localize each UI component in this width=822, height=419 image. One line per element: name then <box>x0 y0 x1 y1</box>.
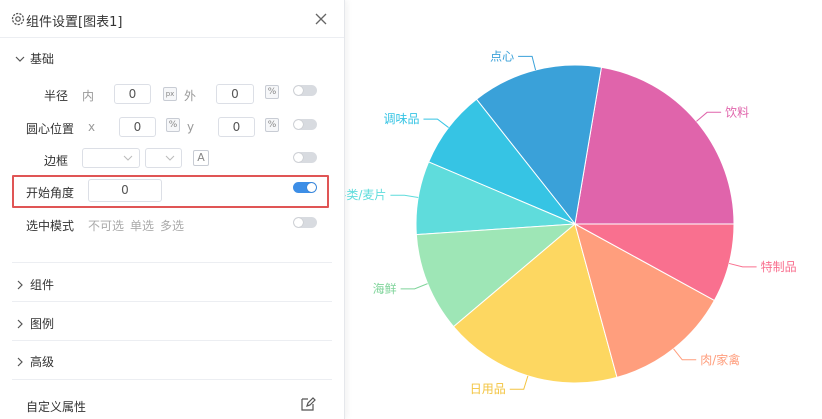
divider <box>12 301 332 302</box>
section-basic[interactable]: 基础 <box>14 50 54 67</box>
divider <box>12 379 332 380</box>
pie-label: 调味品 <box>383 112 419 126</box>
select-mode-multi[interactable]: 多选 <box>160 217 184 234</box>
chevron-down-icon <box>15 56 25 62</box>
border-width-select[interactable] <box>145 148 182 168</box>
start-angle-label: 开始角度 <box>26 186 75 200</box>
border-label: 边框 <box>44 154 69 168</box>
pie-label-line <box>423 118 449 128</box>
pie-label: 肉/家禽 <box>700 352 740 367</box>
pie-label-line <box>518 55 537 71</box>
radius-outer-input[interactable]: 0 <box>216 84 254 104</box>
panel-header: 组件设置[图表1] <box>0 0 344 38</box>
start-angle-toggle[interactable] <box>293 182 317 193</box>
border-color-button[interactable]: A <box>193 150 209 166</box>
pie-chart-svg: 饮料 点心调味品谷类/麦片海鲜日用品 肉/家禽 特制品 <box>345 49 797 396</box>
start-angle-input[interactable]: 0 <box>88 179 162 202</box>
custom-attr-label: 自定义属性 <box>26 400 87 414</box>
section-component[interactable]: 组件 <box>14 276 54 293</box>
pie-label-line <box>673 348 697 361</box>
center-y-unit[interactable]: % <box>265 118 279 132</box>
select-mode-none[interactable]: 不可选 <box>88 217 124 234</box>
pie-label-line <box>696 111 722 122</box>
settings-panel: 组件设置[图表1] 基础 半径 内 0 px 外 0 % 圆心位置 x 0 % … <box>0 0 345 419</box>
pie-label-line <box>390 194 419 199</box>
toggle-knob <box>294 120 303 129</box>
select-mode-label: 选中模式 <box>26 219 75 233</box>
radius-outer-label: 外 <box>184 89 197 103</box>
divider <box>12 340 332 341</box>
center-x-unit[interactable]: % <box>166 118 180 132</box>
pie-label: 日用品 <box>470 382 506 396</box>
select-mode-single[interactable]: 单选 <box>130 217 154 234</box>
pie-slice[interactable] <box>574 66 735 225</box>
radius-label: 半径 <box>44 89 69 103</box>
pie-chart: 饮料 点心调味品谷类/麦片海鲜日用品 肉/家禽 特制品 <box>345 0 822 419</box>
divider <box>12 262 332 263</box>
toggle-knob <box>294 86 303 95</box>
section-advanced[interactable]: 高级 <box>14 353 54 370</box>
pie-label-line <box>509 375 529 390</box>
radius-toggle[interactable] <box>293 85 317 96</box>
chevron-down-icon <box>165 155 175 161</box>
section-legend[interactable]: 图例 <box>14 315 54 332</box>
pie-label: 特制品 <box>761 259 797 274</box>
gear-icon <box>11 12 25 26</box>
center-x-label: x <box>88 120 96 134</box>
section-legend-label: 图例 <box>30 317 55 331</box>
center-label: 圆心位置 <box>26 122 75 136</box>
panel-title: 组件设置[图表1] <box>26 15 123 30</box>
pie-label-line <box>728 262 757 268</box>
pie-label: 海鲜 <box>373 281 397 296</box>
edit-icon[interactable] <box>300 396 316 412</box>
center-x-input[interactable]: 0 <box>119 117 156 137</box>
section-basic-label: 基础 <box>30 52 55 66</box>
chevron-right-icon <box>17 319 23 328</box>
center-y-input[interactable]: 0 <box>218 117 255 137</box>
radius-inner-input[interactable]: 0 <box>114 84 151 104</box>
center-y-label: y <box>187 120 195 134</box>
pie-label-line <box>400 283 428 290</box>
pie-label: 谷类/麦片 <box>345 188 386 202</box>
section-advanced-label: 高级 <box>30 355 55 369</box>
select-mode-toggle[interactable] <box>293 217 317 228</box>
toggle-knob <box>307 183 316 192</box>
border-style-select[interactable] <box>82 148 140 168</box>
pie-label: 饮料 <box>725 105 749 119</box>
section-component-label: 组件 <box>30 278 55 292</box>
pie-label: 点心 <box>490 49 514 63</box>
radius-inner-unit[interactable]: px <box>163 87 177 101</box>
chevron-right-icon <box>17 280 23 289</box>
toggle-knob <box>294 153 303 162</box>
close-icon[interactable] <box>313 11 329 27</box>
radius-outer-unit[interactable]: % <box>265 85 279 99</box>
border-toggle[interactable] <box>293 152 317 163</box>
radius-inner-label: 内 <box>82 89 95 103</box>
center-toggle[interactable] <box>293 119 317 130</box>
toggle-knob <box>294 218 303 227</box>
chevron-right-icon <box>17 357 23 366</box>
chevron-down-icon <box>123 155 133 161</box>
